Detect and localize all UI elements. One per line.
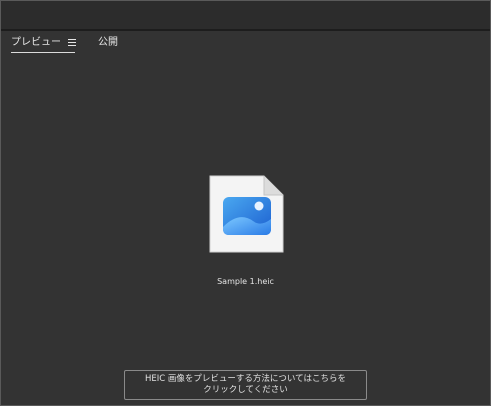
help-text-line1: HEIC 画像をプレビューする方法についてはこちらを	[145, 374, 346, 384]
heic-help-link[interactable]: HEIC 画像をプレビューする方法についてはこちらを クリックしてください	[124, 370, 367, 400]
top-bar	[1, 1, 490, 31]
tab-preview[interactable]: プレビュー	[11, 37, 76, 53]
tab-publish-label: 公開	[98, 37, 118, 48]
file-name: Sample 1.heic	[217, 277, 274, 286]
tab-publish[interactable]: 公開	[98, 37, 118, 49]
image-file-icon	[209, 175, 284, 253]
tab-preview-label: プレビュー	[11, 37, 61, 48]
tab-bar: プレビュー 公開	[1, 31, 490, 53]
file-preview-area: Sample 1.heic	[1, 151, 490, 301]
help-text-line2: クリックしてください	[203, 385, 288, 395]
hamburger-menu-icon[interactable]	[68, 39, 76, 46]
preview-pane: プレビュー 公開 Sample 1.heic HEIC 画像をプレビューする方法…	[0, 0, 491, 406]
